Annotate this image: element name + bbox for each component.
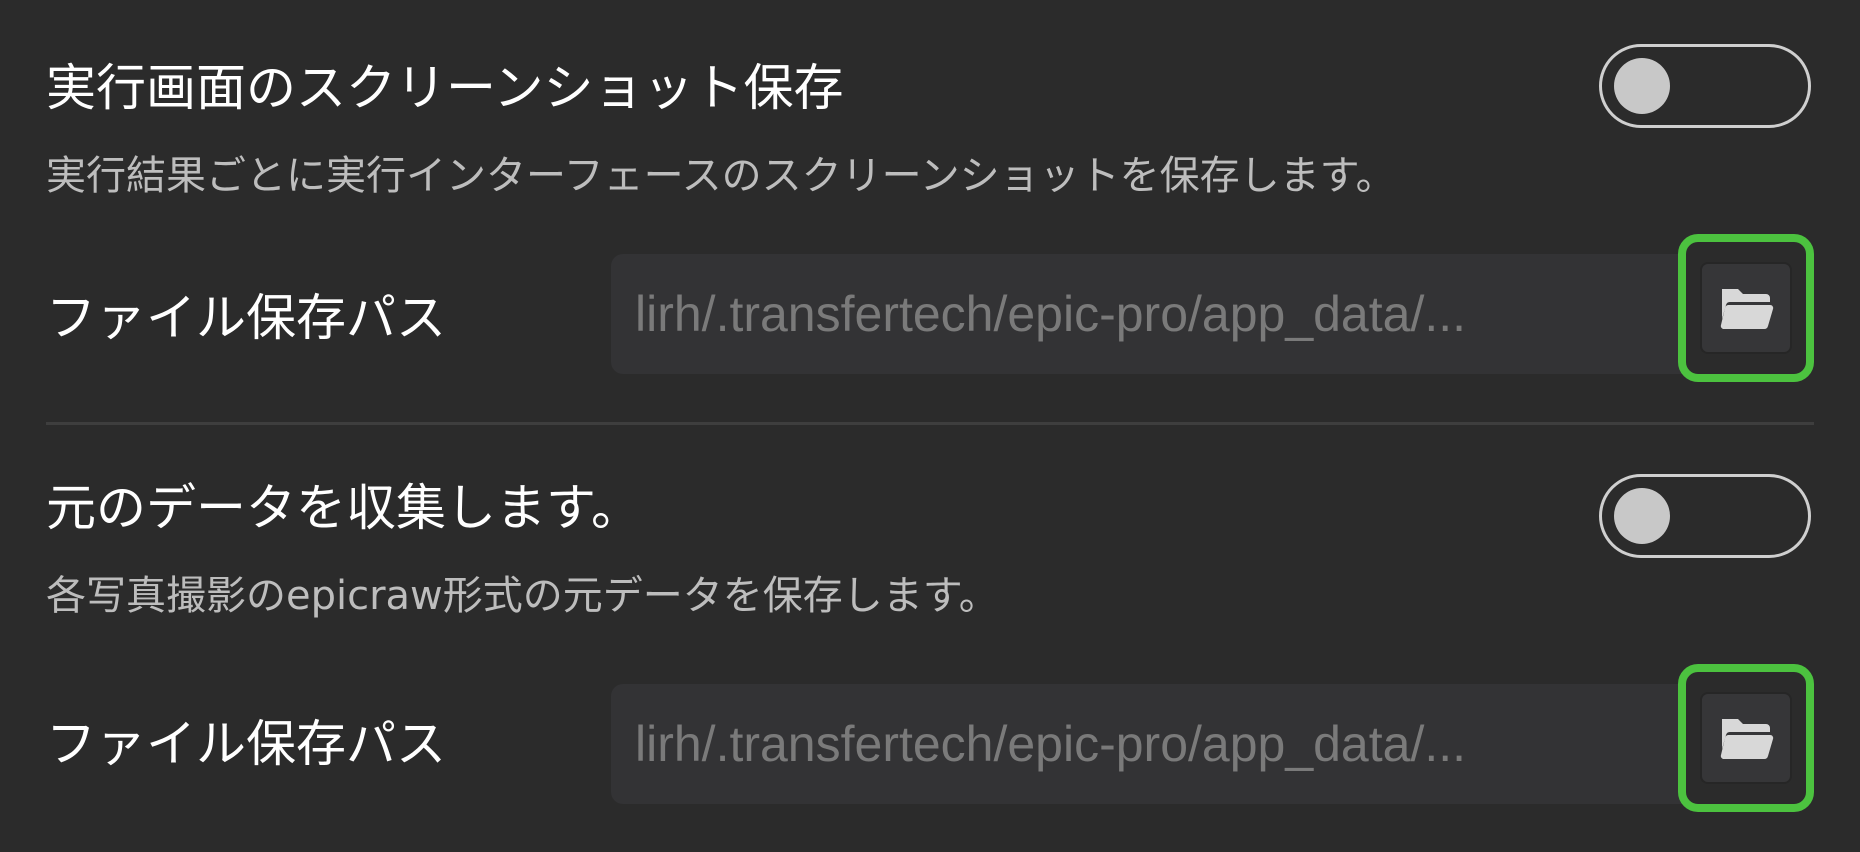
setting-description: 各写真撮影のepicraw形式の元データを保存します。 — [46, 573, 999, 619]
screenshot-path-field[interactable]: lirh/.transfertech/epic-pro/app_data/... — [611, 254, 1731, 374]
settings-panel: 実行画面のスクリーンショット保存 実行結果ごとに実行インターフェースのスクリーン… — [0, 0, 1860, 852]
raw-data-path-field[interactable]: lirh/.transfertech/epic-pro/app_data/... — [611, 684, 1731, 804]
raw-data-toggle[interactable] — [1599, 474, 1811, 558]
browse-folder-button[interactable] — [1700, 692, 1792, 784]
toggle-knob — [1614, 58, 1670, 114]
toggle-knob — [1614, 488, 1670, 544]
folder-open-icon — [1720, 289, 1774, 330]
folder-button-highlight — [1678, 664, 1814, 812]
folder-open-icon — [1720, 719, 1774, 760]
section-divider — [46, 422, 1814, 425]
setting-title: 元のデータを収集します。 — [46, 479, 641, 537]
path-label: ファイル保存パス — [46, 715, 446, 773]
setting-title: 実行画面のスクリーンショット保存 — [46, 59, 844, 117]
browse-folder-button[interactable] — [1700, 262, 1792, 354]
screenshot-toggle[interactable] — [1599, 44, 1811, 128]
folder-button-highlight — [1678, 234, 1814, 382]
path-value: lirh/.transfertech/epic-pro/app_data/... — [635, 286, 1467, 342]
path-value: lirh/.transfertech/epic-pro/app_data/... — [635, 716, 1467, 772]
path-label: ファイル保存パス — [46, 289, 446, 347]
setting-description: 実行結果ごとに実行インターフェースのスクリーンショットを保存します。 — [46, 153, 1396, 199]
